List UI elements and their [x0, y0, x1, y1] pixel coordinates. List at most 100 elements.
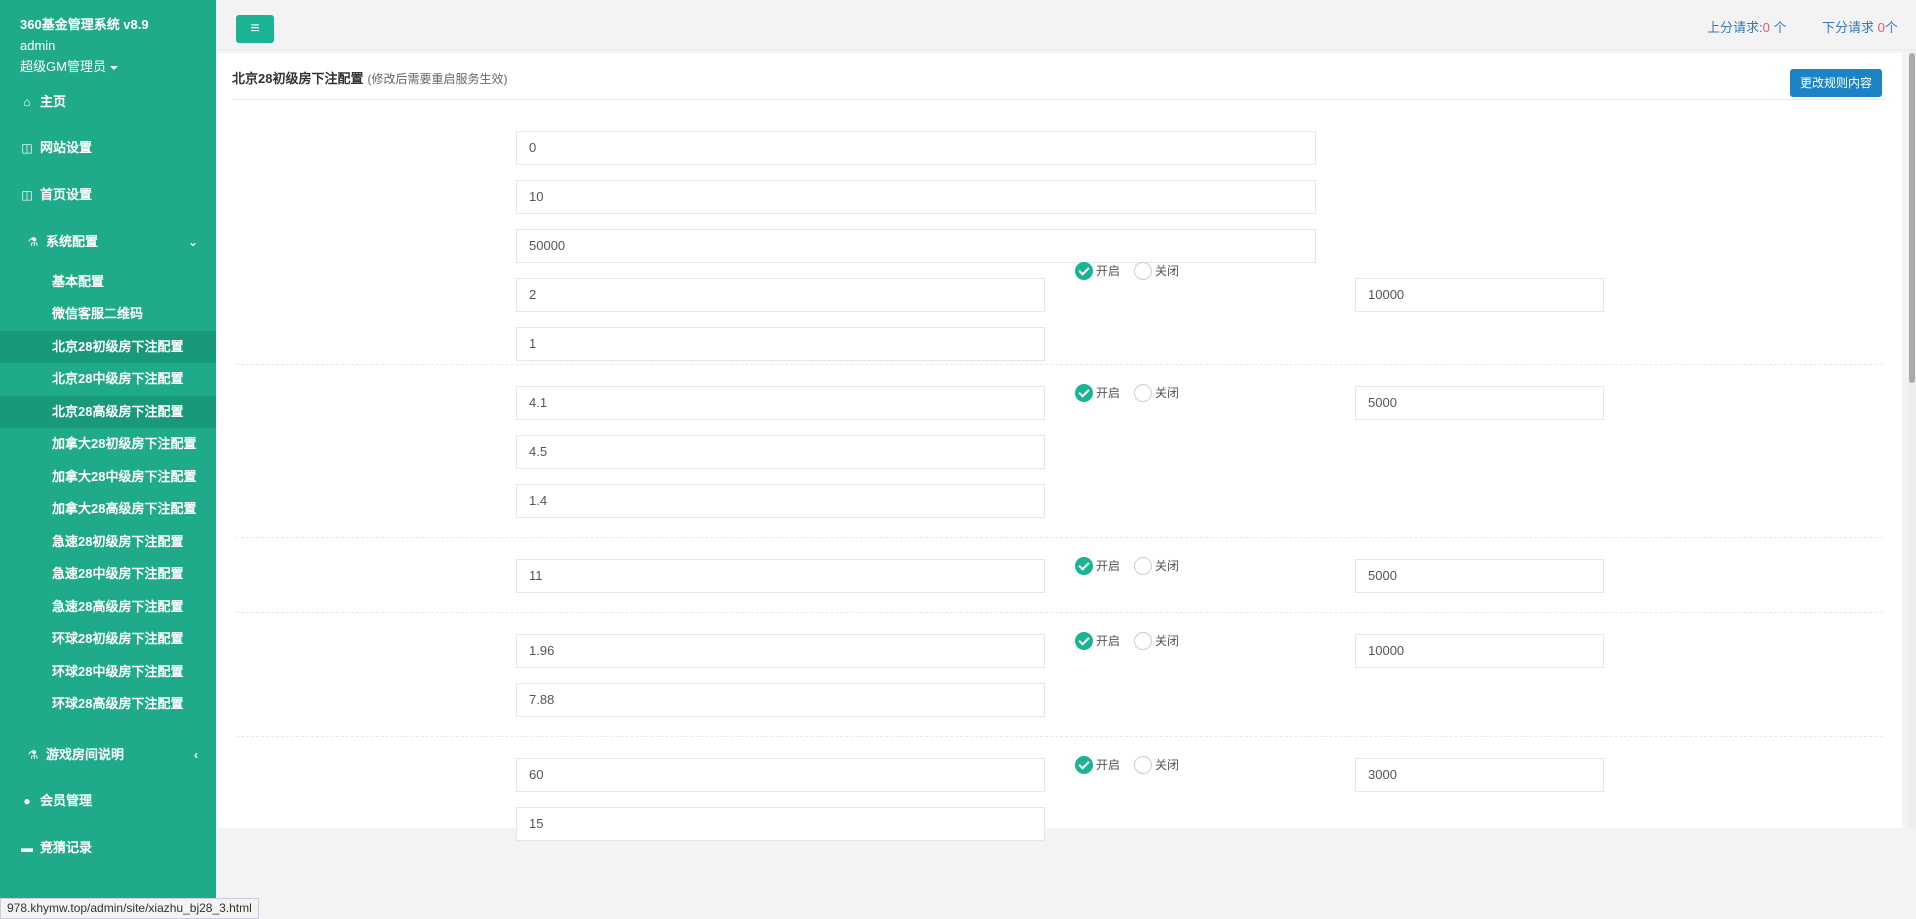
limit-input[interactable]: 10000: [1355, 634, 1604, 668]
subnav-item[interactable]: 急速28初级房下注配置: [0, 526, 216, 558]
odds-input[interactable]: 60: [516, 758, 1045, 792]
radio-enable[interactable]: 开启: [1075, 556, 1120, 576]
up-requests-count: 0: [1762, 20, 1770, 35]
taxi-icon: ▬: [21, 841, 33, 855]
section-divider: [236, 612, 1882, 613]
odds-input[interactable]: 1: [516, 327, 1045, 361]
checked-radio-icon: [1075, 383, 1093, 402]
min-bet-input[interactable]: 10: [516, 180, 1316, 214]
radio-disable[interactable]: 关闭: [1134, 383, 1179, 403]
subnav-item[interactable]: 微信客服二维码: [0, 298, 216, 330]
radio-label: 关闭: [1155, 758, 1180, 772]
odds-input[interactable]: 4.5: [516, 435, 1045, 469]
nav-members[interactable]: ● 会员管理: [0, 786, 216, 816]
config-panel: 北京28初级房下注配置(修改后需要重启服务生效) 更改规则内容 进入房间客户最低…: [216, 53, 1902, 841]
odds-input[interactable]: 2: [516, 278, 1045, 312]
radio-label: 关闭: [1155, 264, 1180, 278]
subnav-item[interactable]: 基本配置: [0, 266, 216, 298]
nav-label: 会员管理: [40, 793, 93, 808]
nav-label: 游戏房间说明: [46, 747, 125, 762]
subnav-item[interactable]: 环球28高级房下注配置: [0, 688, 216, 720]
nav-room-description[interactable]: ⚗ 游戏房间说明 ‹: [0, 740, 216, 770]
down-requests-link[interactable]: 下分请求 0个: [1822, 17, 1898, 36]
panel-title-text: 北京28初级房下注配置: [232, 71, 364, 86]
top-bar: ≡ 上分请求:0 个 下分请求 0个: [216, 0, 1916, 50]
sidebar: 360基金管理系统 v8.9 admin 超级GM管理员 ⌂ 主页 ◫ 网站设置 ◫…: [0, 0, 216, 919]
min-entry-points-input[interactable]: 0: [516, 131, 1316, 165]
checked-radio-icon: [1075, 631, 1093, 650]
radio-label: 开启: [1096, 386, 1121, 400]
user-icon: ●: [23, 794, 31, 808]
radio-label: 开启: [1096, 758, 1121, 772]
radio-label: 开启: [1096, 264, 1121, 278]
odds-input[interactable]: 11: [516, 559, 1045, 593]
up-requests-link[interactable]: 上分请求:0 个: [1707, 17, 1786, 36]
radio-label: 关闭: [1155, 559, 1180, 573]
nav-site-settings[interactable]: ◫ 网站设置: [0, 133, 216, 163]
panel-note: (修改后需要重启服务生效): [367, 72, 508, 86]
odds-input[interactable]: 1.96: [516, 634, 1045, 668]
up-requests-unit: 个: [1769, 20, 1787, 35]
subnav-item[interactable]: 加拿大28初级房下注配置: [0, 428, 216, 460]
change-rules-button[interactable]: 更改规则内容: [1789, 69, 1882, 97]
username: admin: [20, 38, 56, 53]
nav-label: 系统配置: [46, 234, 99, 249]
radio-disable[interactable]: 关闭: [1134, 556, 1179, 576]
limit-input[interactable]: 10000: [1355, 278, 1604, 312]
scrollbar[interactable]: [1908, 53, 1916, 828]
up-requests-label: 上分请求:: [1707, 20, 1763, 35]
flask-icon: ⚗: [27, 235, 39, 249]
radio-enable[interactable]: 开启: [1075, 383, 1120, 403]
radio-enable[interactable]: 开启: [1075, 631, 1120, 651]
odds-input[interactable]: 4.1: [516, 386, 1045, 420]
subnav-item[interactable]: 北京28初级房下注配置: [0, 331, 216, 363]
section-divider: [236, 736, 1882, 737]
radio-label: 开启: [1096, 559, 1121, 573]
panel-title: 北京28初级房下注配置 (修改后需要重启服务生效): [232, 68, 507, 87]
radio-disable[interactable]: 关闭: [1134, 261, 1179, 281]
subnav-item[interactable]: 北京28高级房下注配置: [0, 396, 216, 428]
subnav-item[interactable]: 加拿大28高级房下注配置: [0, 493, 216, 525]
limit-input[interactable]: 5000: [1355, 386, 1604, 420]
chevron-left-icon: ‹: [194, 748, 198, 762]
odds-input[interactable]: 15: [516, 807, 1045, 841]
caret-down-icon: [109, 65, 118, 70]
subnav-item[interactable]: 急速28中级房下注配置: [0, 558, 216, 590]
role-label: 超级GM管理员: [20, 59, 106, 74]
nav-home[interactable]: ⌂ 主页: [0, 87, 216, 117]
role-dropdown[interactable]: 超级GM管理员: [20, 56, 118, 75]
nav-home-settings[interactable]: ◫ 首页设置: [0, 180, 216, 210]
subnav-item[interactable]: 急速28高级房下注配置: [0, 591, 216, 623]
subnav-item[interactable]: 加拿大28中级房下注配置: [0, 461, 216, 493]
radio-enable[interactable]: 开启: [1075, 261, 1120, 281]
down-requests-count: 0: [1877, 20, 1885, 35]
unchecked-radio-icon: [1134, 556, 1152, 575]
columns-icon: ◫: [21, 188, 33, 202]
radio-disable[interactable]: 关闭: [1134, 631, 1179, 651]
subnav-item[interactable]: 环球28中级房下注配置: [0, 656, 216, 688]
limit-input[interactable]: 5000: [1355, 559, 1604, 593]
unchecked-radio-icon: [1134, 261, 1152, 280]
limit-input[interactable]: 3000: [1355, 758, 1604, 792]
radio-label: 开启: [1096, 634, 1121, 648]
unchecked-radio-icon: [1134, 383, 1152, 402]
section-divider: [236, 364, 1882, 365]
max-period-points-input[interactable]: 50000: [516, 229, 1316, 263]
nav-label: 网站设置: [40, 140, 93, 155]
bars-icon: ≡: [250, 20, 260, 37]
scrollbar-thumb[interactable]: [1909, 53, 1915, 383]
radio-disable[interactable]: 关闭: [1134, 755, 1179, 775]
browser-status-url: 978.khymw.top/admin/site/xiazhu_bj28_3.h…: [0, 898, 259, 919]
nav-bet-records[interactable]: ▬ 竞猜记录: [0, 833, 216, 863]
unchecked-radio-icon: [1134, 631, 1152, 650]
odds-input[interactable]: 1.4: [516, 484, 1045, 518]
subnav-item[interactable]: 环球28初级房下注配置: [0, 623, 216, 655]
nav-label: 首页设置: [40, 187, 93, 202]
nav-system-config[interactable]: ⚗ 系统配置 ⌄: [0, 227, 216, 257]
menu-toggle-button[interactable]: ≡: [236, 15, 274, 43]
down-requests-label: 下分请求: [1822, 20, 1875, 35]
subnav-item[interactable]: 北京28中级房下注配置: [0, 363, 216, 395]
radio-enable[interactable]: 开启: [1075, 755, 1120, 775]
odds-input[interactable]: 7.88: [516, 683, 1045, 717]
brand-title: 360基金管理系统 v8.9: [20, 17, 149, 32]
